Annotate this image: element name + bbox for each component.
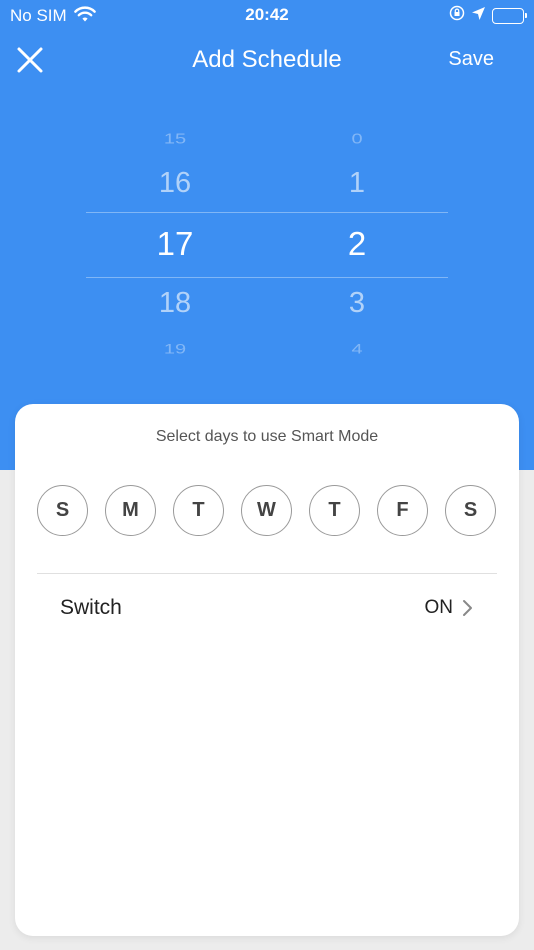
day-button-tuesday[interactable]: T xyxy=(173,485,224,536)
status-right-icons xyxy=(449,5,527,26)
battery-icon xyxy=(492,7,527,24)
switch-value: ON xyxy=(424,597,454,618)
hour-option[interactable]: 16 xyxy=(115,167,235,200)
day-button-thursday[interactable]: T xyxy=(309,485,360,536)
day-button-saturday[interactable]: S xyxy=(445,485,496,536)
switch-row[interactable]: Switch ON xyxy=(37,580,497,636)
minute-option[interactable]: 4 xyxy=(297,341,417,357)
status-bar: No SIM 20:42 xyxy=(0,0,534,32)
day-selector: S M T W T F S xyxy=(37,485,497,537)
day-button-wednesday[interactable]: W xyxy=(241,485,292,536)
chevron-right-icon xyxy=(461,598,475,618)
time-picker[interactable]: 15 16 17 18 19 0 1 2 3 4 xyxy=(0,110,534,370)
days-prompt: Select days to use Smart Mode xyxy=(155,428,379,445)
hour-option[interactable]: 18 xyxy=(115,287,235,320)
card-divider xyxy=(37,573,497,574)
orientation-lock-icon xyxy=(449,5,465,26)
nav-bar: Add Schedule Save xyxy=(0,36,534,84)
schedule-card: Select days to use Smart Mode S M T W T … xyxy=(15,404,519,936)
hour-wheel[interactable]: 15 16 17 18 19 xyxy=(115,110,235,370)
save-button[interactable]: Save xyxy=(448,48,494,71)
minute-option[interactable]: 1 xyxy=(297,167,417,200)
minute-selected[interactable]: 2 xyxy=(297,225,417,263)
day-button-sunday[interactable]: S xyxy=(37,485,88,536)
minute-option[interactable]: 3 xyxy=(297,287,417,320)
minute-wheel[interactable]: 0 1 2 3 4 xyxy=(297,110,417,370)
location-arrow-icon xyxy=(471,6,486,26)
minute-option[interactable]: 0 xyxy=(297,131,417,148)
hour-option[interactable]: 15 xyxy=(115,131,235,148)
switch-label: Switch xyxy=(60,596,122,619)
hour-option[interactable]: 19 xyxy=(115,341,235,357)
day-button-friday[interactable]: F xyxy=(377,485,428,536)
day-button-monday[interactable]: M xyxy=(105,485,156,536)
hour-selected[interactable]: 17 xyxy=(115,225,235,263)
